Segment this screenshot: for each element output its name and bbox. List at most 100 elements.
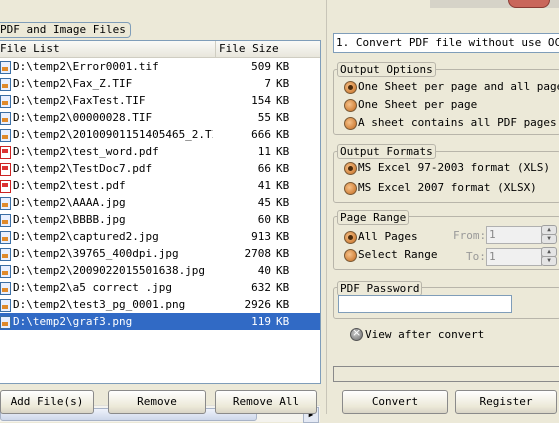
to-page-input[interactable]: 1 (486, 248, 542, 266)
file-size: 509 (251, 60, 271, 73)
file-size-unit: KB (276, 162, 290, 175)
file-name: D:\temp2\test_word.pdf (13, 145, 159, 158)
file-size: 632 (251, 281, 271, 294)
image-file-icon (0, 78, 11, 91)
option-one-sheet-all-pdf[interactable]: A sheet contains all PDF pages (358, 116, 557, 129)
radio-one-sheet-all-pages[interactable] (344, 81, 357, 94)
from-page-input[interactable]: 1 (486, 226, 542, 244)
panel-divider (326, 0, 327, 414)
file-list[interactable]: File List File Size D:\temp2\Error0001.t… (0, 40, 321, 423)
file-size: 119 (251, 315, 271, 328)
table-row[interactable]: D:\temp2\test.pdf 41 KB (0, 177, 320, 194)
file-size-unit: KB (276, 213, 290, 226)
file-size: 913 (251, 230, 271, 243)
close-window-icon[interactable] (508, 0, 550, 8)
file-name: D:\temp2\captured2.jpg (13, 230, 159, 243)
file-size: 11 (257, 145, 271, 158)
image-file-icon (0, 214, 11, 227)
option-select-range[interactable]: Select Range (358, 248, 437, 261)
add-files-button[interactable]: Add File(s) (0, 390, 94, 414)
ocr-option-select[interactable]: 1. Convert PDF file without use OCR (333, 33, 559, 53)
option-xlsx[interactable]: MS Excel 2007 format (XLSX) (358, 181, 537, 194)
file-name: D:\temp2\Error0001.tif (13, 60, 159, 73)
option-all-pages[interactable]: All Pages (358, 230, 418, 243)
file-size-unit: KB (276, 179, 290, 192)
image-file-icon (0, 112, 11, 125)
table-row[interactable]: D:\temp2\BBBB.jpg 60 KB (0, 211, 320, 228)
to-down-arrow-icon[interactable]: ▼ (541, 256, 557, 266)
option-xls[interactable]: MS Excel 97-2003 format (XLS) (358, 161, 550, 174)
file-size: 7 (264, 77, 271, 90)
file-name: D:\temp2\39765_400dpi.jpg (13, 247, 179, 260)
to-label: To: (466, 250, 486, 263)
image-file-icon (0, 197, 11, 210)
table-row[interactable]: D:\temp2\a5 correct .jpg 632 KB (0, 279, 320, 296)
file-name: D:\temp2\FaxTest.TIF (13, 94, 146, 107)
table-row[interactable]: D:\temp2\test3_pg_0001.png 2926 KB (0, 296, 320, 313)
radio-xlsx[interactable] (344, 182, 357, 195)
output-options-title: Output Options (337, 62, 436, 77)
image-file-icon (0, 129, 11, 142)
file-name: D:\temp2\2009022015501638.jpg (13, 264, 206, 277)
convert-button[interactable]: Convert (342, 390, 448, 414)
file-size: 154 (251, 94, 271, 107)
column-file-list[interactable]: File List (0, 41, 216, 57)
file-name: D:\temp2\20100901151405465_2.TIF (13, 128, 213, 141)
file-rows: D:\temp2\Error0001.tif 509 KB D:\temp2\Fax_… (0, 58, 320, 330)
table-row[interactable]: D:\temp2\graf3.png 119 KB (0, 313, 320, 330)
table-row[interactable]: D:\temp2\captured2.jpg 913 KB (0, 228, 320, 245)
register-button[interactable]: Register (455, 390, 557, 414)
file-size-unit: KB (276, 196, 290, 209)
from-label: From: (453, 229, 487, 242)
file-size: 666 (251, 128, 271, 141)
table-row[interactable]: D:\temp2\Error0001.tif 509 KB (0, 58, 320, 75)
radio-all-pages[interactable] (344, 231, 357, 244)
image-file-icon (0, 61, 11, 74)
output-formats-title: Output Formats (337, 144, 436, 159)
table-row[interactable]: D:\temp2\00000028.TIF 55 KB (0, 109, 320, 126)
table-row[interactable]: D:\temp2\39765_400dpi.jpg 2708 KB (0, 245, 320, 262)
file-name: D:\temp2\a5 correct .jpg (13, 281, 172, 294)
radio-one-sheet-all-pdf[interactable] (344, 117, 357, 130)
table-row[interactable]: D:\temp2\Fax_Z.TIF 7 KB (0, 75, 320, 92)
progress-bar (333, 366, 559, 382)
image-file-icon (0, 231, 11, 244)
option-one-sheet-per-page[interactable]: One Sheet per page (358, 98, 477, 111)
file-size-unit: KB (276, 145, 290, 158)
table-row[interactable]: D:\temp2\TestDoc7.pdf 66 KB (0, 160, 320, 177)
file-size: 40 (257, 264, 271, 277)
option-one-sheet-all-pages[interactable]: One Sheet per page and all pages (358, 80, 559, 93)
pdf-password-input[interactable] (338, 295, 512, 313)
remove-all-button[interactable]: Remove All (215, 390, 317, 414)
table-row[interactable]: D:\temp2\20100901151405465_2.TIF 666 KB (0, 126, 320, 143)
view-after-convert-checkbox-icon[interactable] (350, 326, 363, 341)
file-name: D:\temp2\test3_pg_0001.png (13, 298, 186, 311)
file-size: 41 (257, 179, 271, 192)
image-file-icon (0, 282, 11, 295)
remove-button[interactable]: Remove (108, 390, 206, 414)
radio-xls[interactable] (344, 162, 357, 175)
file-size-unit: KB (276, 60, 290, 73)
file-name: D:\temp2\00000028.TIF (13, 111, 153, 124)
radio-one-sheet-per-page[interactable] (344, 99, 357, 112)
file-size: 45 (257, 196, 271, 209)
radio-select-range[interactable] (344, 249, 357, 262)
file-size-unit: KB (276, 247, 290, 260)
file-name: D:\temp2\test.pdf (13, 179, 126, 192)
pdf-file-icon (0, 146, 11, 159)
file-size-unit: KB (276, 315, 290, 328)
image-file-icon (0, 316, 11, 329)
image-file-icon (0, 95, 11, 108)
file-size: 2926 (244, 298, 272, 311)
file-name: D:\temp2\Fax_Z.TIF (13, 77, 133, 90)
file-size: 66 (257, 162, 271, 175)
table-row[interactable]: D:\temp2\test_word.pdf 11 KB (0, 143, 320, 160)
view-after-convert-label[interactable]: View after convert (365, 328, 484, 341)
table-row[interactable]: D:\temp2\FaxTest.TIF 154 KB (0, 92, 320, 109)
file-name: D:\temp2\graf3.png (13, 315, 133, 328)
column-file-size[interactable]: File Size (219, 41, 319, 57)
table-row[interactable]: D:\temp2\2009022015501638.jpg 40 KB (0, 262, 320, 279)
table-row[interactable]: D:\temp2\AAAA.jpg 45 KB (0, 194, 320, 211)
from-down-arrow-icon[interactable]: ▼ (541, 234, 557, 244)
file-panel: PDF and Image Files File List File Size … (0, 0, 324, 423)
